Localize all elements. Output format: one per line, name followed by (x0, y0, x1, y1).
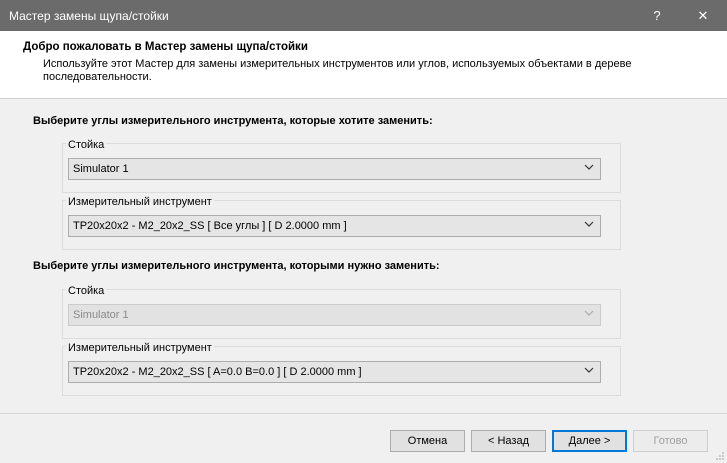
wizard-header: Добро пожаловать в Мастер замены щупа/ст… (0, 31, 727, 99)
chevron-down-icon (584, 310, 594, 316)
stand-select-to: Simulator 1 (68, 304, 601, 326)
section-replace-from-title: Выберите углы измерительного инструмента… (33, 115, 433, 127)
chevron-down-icon (584, 367, 594, 373)
chevron-down-icon (584, 221, 594, 227)
stand-label: Стойка (66, 285, 107, 297)
header-description: Используйте этот Мастер для замены измер… (43, 58, 632, 83)
window-title: Мастер замены щупа/стойки (9, 9, 169, 23)
stand-label: Стойка (66, 139, 107, 151)
help-button[interactable]: ? (637, 0, 677, 31)
footer-divider (0, 413, 727, 414)
tool-select-from[interactable]: TP20x20x2 - M2_20x2_SS [ Все углы ] [ D … (68, 215, 601, 237)
stand-value: Simulator 1 (73, 309, 129, 321)
section-replace-to-title: Выберите углы измерительного инструмента… (33, 260, 440, 272)
cancel-button[interactable]: Отмена (390, 430, 465, 452)
header-title: Добро пожаловать в Мастер замены щупа/ст… (23, 41, 308, 53)
stand-select-from[interactable]: Simulator 1 (68, 158, 601, 180)
tool-group-from: Измерительный инструмент TP20x20x2 - M2_… (62, 196, 621, 250)
tool-group-to: Измерительный инструмент TP20x20x2 - M2_… (62, 342, 621, 396)
stand-value: Simulator 1 (73, 163, 129, 175)
stand-group-to: Стойка Simulator 1 (62, 285, 621, 339)
stand-group-from: Стойка Simulator 1 (62, 139, 621, 193)
tool-label: Измерительный инструмент (66, 342, 214, 354)
tool-label: Измерительный инструмент (66, 196, 214, 208)
tool-value: TP20x20x2 - M2_20x2_SS [ A=0.0 B=0.0 ] [… (73, 366, 362, 378)
resize-grip-icon[interactable] (715, 451, 725, 461)
next-button[interactable]: Далее > (552, 430, 627, 452)
tool-select-to[interactable]: TP20x20x2 - M2_20x2_SS [ A=0.0 B=0.0 ] [… (68, 361, 601, 383)
tool-value: TP20x20x2 - M2_20x2_SS [ Все углы ] [ D … (73, 220, 347, 232)
finish-button: Готово (633, 430, 708, 452)
close-button[interactable]: ✕ (683, 0, 723, 31)
back-button[interactable]: < Назад (471, 430, 546, 452)
title-bar: Мастер замены щупа/стойки ? ✕ (0, 0, 727, 31)
chevron-down-icon (584, 164, 594, 170)
